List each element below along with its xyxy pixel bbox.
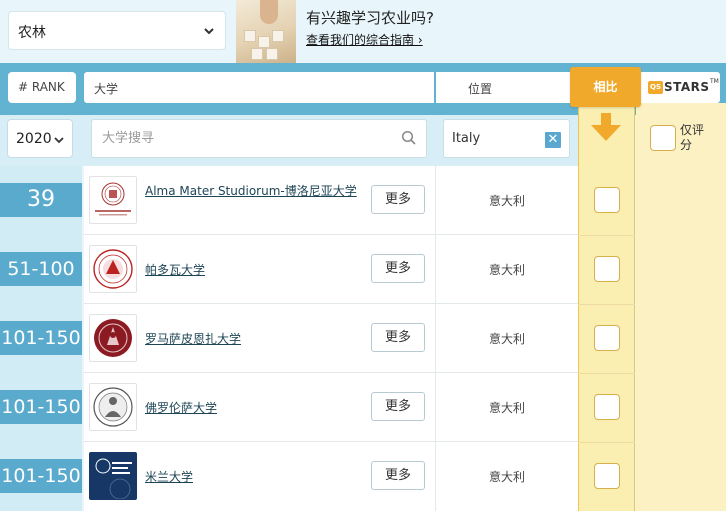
compare-checkbox[interactable]: [594, 187, 620, 213]
university-logo[interactable]: [89, 452, 137, 500]
only-rated-checkbox[interactable]: [650, 125, 676, 151]
table-row: 39 Alma Mater Studiorum-博洛尼亚大学 更多 意大利: [0, 166, 620, 235]
compare-checkbox[interactable]: [594, 394, 620, 420]
top-strip: 农林 有兴趣学习农业吗? 查看我们的综合指南 ›: [0, 0, 726, 63]
university-of-milan-logo-icon: [95, 458, 132, 500]
chevron-down-icon: [54, 137, 64, 144]
university-name-link[interactable]: Alma Mater Studiorum-博洛尼亚大学: [145, 182, 363, 200]
subject-select[interactable]: 农林: [8, 11, 226, 50]
block-graphic: [251, 48, 263, 60]
university-location: 意大利: [488, 401, 525, 415]
table-row: 101-150 罗马萨皮恩扎大学 更多 意大利: [0, 304, 620, 373]
subject-select-value: 农林: [18, 25, 46, 41]
location-filter[interactable]: Italy ✕: [443, 119, 570, 158]
table-row: 51-100 帕多瓦大学 更多 意大利: [0, 235, 620, 304]
university-location: 意大利: [488, 332, 525, 346]
arrow-down-icon: [591, 113, 621, 141]
table-row: 101-150 佛罗伦萨大学 更多 意大利: [0, 373, 620, 442]
compare-checkbox[interactable]: [594, 256, 620, 282]
year-select[interactable]: 2020: [7, 119, 73, 158]
university-name-link[interactable]: 帕多瓦大学: [145, 261, 205, 279]
university-location: 意大利: [488, 470, 525, 484]
university-logo[interactable]: [89, 383, 137, 431]
rank-badge: 101-150: [0, 459, 82, 493]
qs-stars-header: QS STARS TM: [636, 72, 720, 103]
more-button[interactable]: 更多: [371, 323, 425, 352]
compare-column: [578, 103, 635, 511]
university-logo[interactable]: [89, 245, 137, 293]
block-graphic: [244, 30, 256, 42]
more-button[interactable]: 更多: [371, 185, 425, 214]
sapienza-logo-icon: [94, 319, 132, 357]
rank-header-label: # RANK: [18, 80, 65, 94]
search-icon[interactable]: [401, 130, 417, 146]
hand-graphic: [260, 0, 278, 24]
block-graphic: [272, 30, 284, 42]
year-select-value: 2020: [16, 131, 52, 147]
university-of-padua-logo-icon: [93, 249, 133, 289]
qs-logo-icon: QS: [648, 81, 663, 94]
compare-checkbox[interactable]: [594, 325, 620, 351]
university-logo[interactable]: [89, 314, 137, 362]
compare-tab-label: 相比: [593, 80, 618, 94]
university-location: 意大利: [488, 263, 525, 277]
rank-badge: 39: [0, 183, 82, 217]
stars-trademark: TM: [710, 78, 719, 85]
more-button[interactable]: 更多: [371, 254, 425, 283]
rank-badge: 101-150: [0, 390, 82, 424]
close-icon[interactable]: ✕: [545, 132, 561, 148]
table-row: 101-150 米兰大学 更多 意大利: [0, 442, 620, 511]
compare-divider: [578, 304, 635, 305]
university-of-florence-logo-icon: [93, 387, 133, 427]
compare-tab[interactable]: 相比: [570, 67, 641, 107]
university-header-label: 大学: [94, 82, 119, 96]
university-location: 意大利: [488, 194, 525, 208]
location-header-label: 位置: [468, 82, 493, 96]
only-rated-label: 仅评分: [680, 123, 705, 152]
university-name-link[interactable]: 米兰大学: [145, 468, 193, 486]
university-column-header: 大学: [84, 72, 434, 103]
block-graphic: [258, 36, 270, 48]
promo-image: [236, 0, 296, 63]
compare-divider: [578, 373, 635, 374]
compare-checkbox[interactable]: [594, 463, 620, 489]
more-button[interactable]: 更多: [371, 392, 425, 421]
chevron-down-icon: [204, 28, 214, 35]
promo-guide-link[interactable]: 查看我们的综合指南 ›: [306, 31, 423, 48]
stars-column: [636, 103, 726, 511]
rank-badge: 101-150: [0, 321, 82, 355]
university-search-input[interactable]: [91, 119, 427, 158]
rank-column-header[interactable]: # RANK: [8, 72, 76, 103]
rank-badge: 51-100: [0, 252, 82, 286]
university-logo[interactable]: [89, 176, 137, 224]
location-column-header: 位置: [436, 72, 570, 103]
compare-divider: [578, 442, 635, 443]
university-of-bologna-logo-icon: [95, 182, 131, 216]
university-name-link[interactable]: 佛罗伦萨大学: [145, 399, 217, 417]
stars-header-label: STARS: [664, 80, 710, 94]
promo-question: 有兴趣学习农业吗?: [306, 9, 434, 27]
location-filter-value: Italy: [452, 131, 481, 146]
block-graphic: [266, 48, 278, 60]
compare-divider: [578, 235, 635, 236]
university-name-link[interactable]: 罗马萨皮恩扎大学: [145, 330, 241, 348]
more-button[interactable]: 更多: [371, 461, 425, 490]
